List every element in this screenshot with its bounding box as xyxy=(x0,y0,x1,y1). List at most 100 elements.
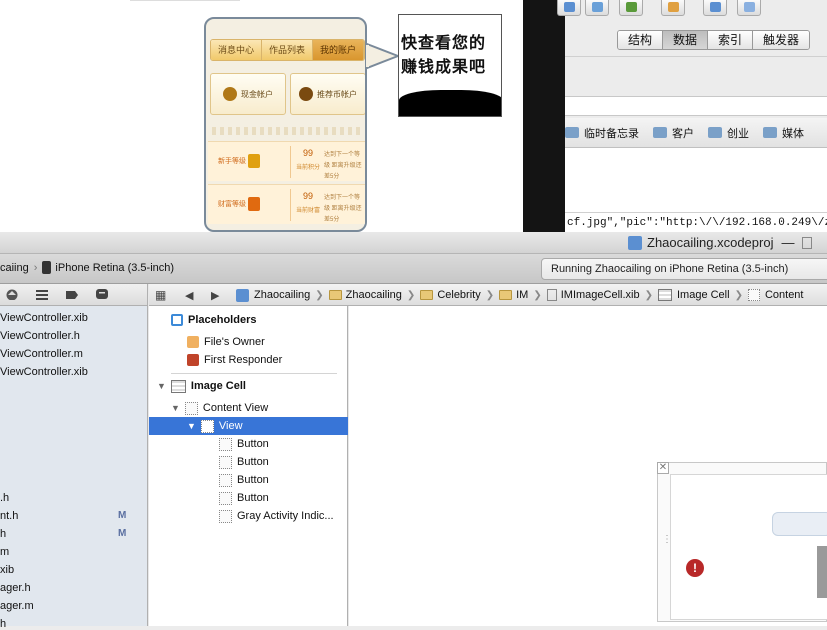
scheme-selector[interactable]: caiing › iPhone Retina (3.5-inch) xyxy=(0,261,174,274)
outline-button[interactable]: Button xyxy=(219,489,269,507)
toolbar-button[interactable] xyxy=(737,0,761,16)
drag-handle-icon[interactable]: ⋮ xyxy=(662,534,672,545)
folder-icon xyxy=(328,290,342,300)
bookmark-label: 临时备忘录 xyxy=(584,127,639,140)
wealth-desc: 达到下一个等级 距离升级还差5分 xyxy=(324,195,362,223)
cash-account-button[interactable]: 现金帐户 xyxy=(210,73,286,115)
forward-arrow-icon[interactable]: ▶ xyxy=(211,286,219,304)
toolbar-button[interactable] xyxy=(661,0,685,16)
warning-icon[interactable] xyxy=(6,289,18,300)
bookmarks-bar: 临时备忘录 客户 创业 媒体 xyxy=(565,118,827,148)
file-item[interactable]: nt.h xyxy=(0,510,18,522)
folder-icon xyxy=(420,290,434,300)
filter-area xyxy=(565,56,827,96)
content-view-frame[interactable] xyxy=(670,474,827,620)
log-icon[interactable] xyxy=(96,289,108,300)
outline-button[interactable]: Button xyxy=(219,453,269,471)
files-owner-icon xyxy=(187,336,199,348)
button-icon xyxy=(219,455,232,469)
bubble-placeholder[interactable] xyxy=(772,512,827,536)
toolbar-button[interactable] xyxy=(585,0,609,16)
zigzag-divider xyxy=(208,127,363,135)
speech-bubble-screen: 消息中心 作品列表 我的账户 现金帐户 推荐币帐户 新手等级 99 当前积分 达… xyxy=(204,17,367,232)
segment-trigger[interactable]: 触发器 xyxy=(753,31,810,49)
segment-structure[interactable]: 结构 xyxy=(618,31,664,49)
outline-content-view[interactable]: ▼ Content View xyxy=(171,399,268,417)
badge-icon xyxy=(248,197,260,211)
list-icon[interactable] xyxy=(36,289,48,300)
document-icon xyxy=(802,236,813,249)
file-item[interactable]: xib xyxy=(0,564,14,576)
xcode-toolbar: caiing › iPhone Retina (3.5-inch) Runnin… xyxy=(0,254,827,284)
referral-coin-button[interactable]: 推荐币帐户 xyxy=(290,73,365,115)
wealth-row: 财富等级 99 当前财富 达到下一个等级 距离升级还差5分 xyxy=(208,184,365,224)
outline-image-cell[interactable]: ▼ Image Cell xyxy=(157,377,246,395)
scheme-project: caiing xyxy=(0,261,29,274)
toolbar-button[interactable] xyxy=(703,0,727,16)
file-item[interactable]: h xyxy=(0,528,6,540)
crumb-xib[interactable]: IMImageCell.xib xyxy=(561,289,640,301)
wrench-icon xyxy=(710,2,721,12)
outline-button[interactable]: Button xyxy=(219,435,269,453)
file-item[interactable]: ViewController.xib xyxy=(0,366,88,378)
segment-data[interactable]: 数据 xyxy=(663,31,709,49)
referral-coin-label: 推荐币帐户 xyxy=(317,89,357,99)
image-placeholder[interactable] xyxy=(817,546,827,598)
outline-activity-indicator[interactable]: Gray Activity Indic... xyxy=(219,507,334,525)
crumb-project[interactable]: Zhaocailing xyxy=(254,289,310,301)
crumb-group[interactable]: Zhaocailing xyxy=(346,289,402,301)
file-item[interactable]: ager.h xyxy=(0,582,31,594)
outline-view-selected[interactable]: ▼ View xyxy=(149,417,348,435)
activity-indicator-label: Gray Activity Indic... xyxy=(237,510,334,522)
list-icon xyxy=(592,2,603,12)
crumb-im[interactable]: IM xyxy=(516,289,528,301)
toolbar-button[interactable] xyxy=(619,0,643,16)
button-icon xyxy=(219,491,232,505)
file-item[interactable]: ViewController.m xyxy=(0,348,83,360)
file-item[interactable]: ViewController.xib xyxy=(0,312,88,324)
related-items-icon[interactable]: ▦ xyxy=(155,286,166,304)
disclosure-triangle-icon[interactable]: ▼ xyxy=(187,421,196,431)
back-arrow-icon[interactable]: ◀ xyxy=(185,286,193,304)
tab-my-account[interactable]: 我的账户 xyxy=(313,40,364,60)
folder-icon xyxy=(565,127,579,138)
handwriting-line-2: 赚钱成果吧 xyxy=(401,57,487,76)
error-icon[interactable]: ! xyxy=(686,559,704,577)
crumb-celebrity[interactable]: Celebrity xyxy=(437,289,480,301)
divider xyxy=(290,189,291,221)
file-item[interactable]: .h xyxy=(0,492,9,504)
bookmark-media[interactable]: 媒体 xyxy=(763,125,804,141)
button-icon xyxy=(219,437,232,451)
results-area xyxy=(565,148,827,212)
segment-index[interactable]: 索引 xyxy=(708,31,754,49)
outline-files-owner[interactable]: File's Owner xyxy=(187,333,265,351)
table-cell-icon xyxy=(170,379,186,393)
button-label: Button xyxy=(237,492,269,504)
bookmark-customers[interactable]: 客户 xyxy=(653,125,694,141)
file-item[interactable]: ager.m xyxy=(0,600,34,612)
tab-messages[interactable]: 消息中心 xyxy=(211,40,262,60)
json-value-line[interactable]: cf.jpg","pic":"http:\/\/192.168.0.249\/z… xyxy=(565,212,827,232)
file-item[interactable]: m xyxy=(0,546,9,558)
disclosure-triangle-icon[interactable]: ▼ xyxy=(157,381,166,391)
bookmark-label: 创业 xyxy=(727,127,749,140)
breakpoint-icon[interactable] xyxy=(66,289,78,300)
file-item[interactable]: h xyxy=(0,618,6,630)
crumb-content[interactable]: Content xyxy=(765,289,804,301)
view-icon xyxy=(747,289,760,301)
bookmark-label: 客户 xyxy=(672,127,694,140)
crumb-image-cell[interactable]: Image Cell xyxy=(677,289,730,301)
tab-works[interactable]: 作品列表 xyxy=(262,40,313,60)
outline-button[interactable]: Button xyxy=(219,471,269,489)
toolbar-button[interactable] xyxy=(557,0,581,16)
content-view-label: Content View xyxy=(202,402,269,414)
outline-placeholders[interactable]: Placeholders xyxy=(171,311,256,329)
bookmark-startup[interactable]: 创业 xyxy=(708,125,749,141)
close-icon[interactable]: ✕ xyxy=(657,462,669,474)
handwriting-image: 快查看您的 赚钱成果吧 xyxy=(398,14,502,117)
query-field[interactable] xyxy=(565,96,827,116)
bookmark-memo[interactable]: 临时备忘录 xyxy=(565,125,639,141)
file-item[interactable]: ViewController.h xyxy=(0,330,80,342)
disclosure-triangle-icon[interactable]: ▼ xyxy=(171,403,180,413)
outline-first-responder[interactable]: First Responder xyxy=(187,351,282,369)
